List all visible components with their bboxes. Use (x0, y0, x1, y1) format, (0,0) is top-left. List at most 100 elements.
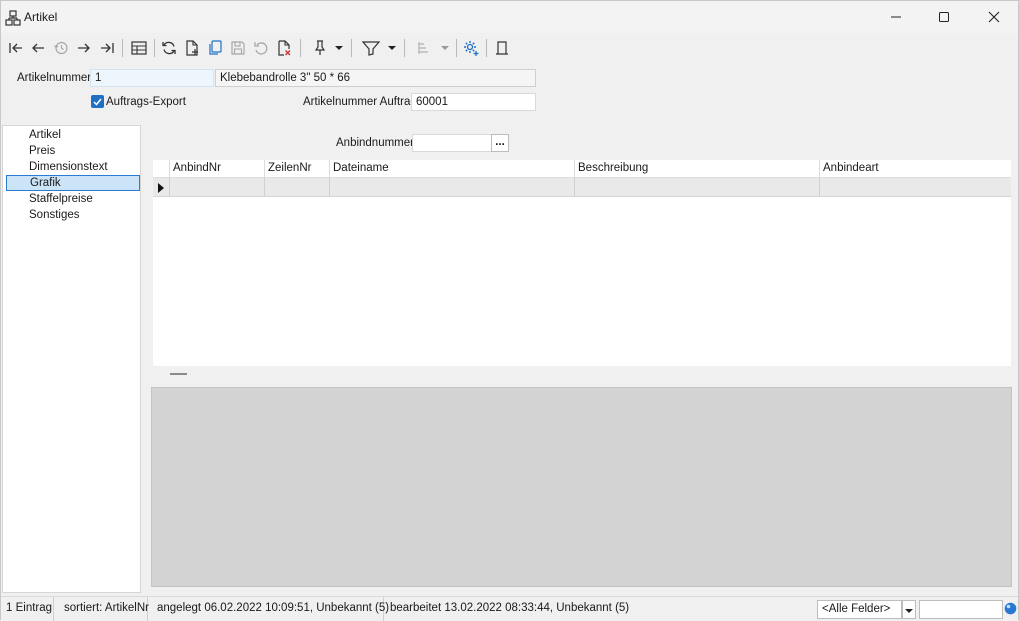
next-record-icon (76, 40, 92, 56)
undo-icon (253, 40, 269, 56)
chevron-down-icon (335, 45, 343, 51)
nav-item-sonstiges[interactable]: Sonstiges (3, 208, 139, 224)
refresh-icon (161, 40, 177, 56)
toolbar-separator (351, 39, 352, 57)
first-record-button[interactable] (5, 37, 27, 59)
anbindnummer-field[interactable] (412, 134, 492, 152)
sort-button[interactable] (413, 37, 435, 59)
artikel-window: Artikel Artikelnummer 1 Klebebandrolle 3… (0, 0, 1019, 621)
status-bar: 1 Eintrag sortiert: ArtikelNr angelegt 0… (1, 596, 1018, 621)
table-view-button[interactable] (128, 37, 150, 59)
close-icon (988, 11, 1000, 23)
current-row-arrow-icon (158, 182, 164, 196)
minimize-button[interactable] (873, 1, 919, 33)
chevron-down-icon (905, 603, 913, 617)
artikelnummer-auftrag-label: Artikelnummer Auftrag (303, 96, 417, 108)
field-filter-dropdown-button[interactable] (902, 600, 916, 619)
nav-item-staffelpreise[interactable]: Staffelpreise (3, 192, 139, 208)
nav-item-preis[interactable]: Preis (3, 144, 139, 160)
edited-status: bearbeitet 13.02.2022 08:33:44, Unbekann… (390, 602, 630, 614)
new-record-button[interactable] (181, 37, 203, 59)
filter-dropdown-button[interactable] (385, 37, 399, 59)
filter-icon (362, 40, 380, 56)
artikelnummer-auftrag-field[interactable]: 60001 (411, 93, 536, 111)
anbindnummer-browse-button[interactable]: ... (491, 134, 509, 152)
toolbar (1, 35, 1018, 61)
copy-record-button[interactable] (204, 37, 226, 59)
minimize-icon (890, 11, 902, 23)
delete-record-icon (276, 40, 292, 56)
sort-icon (416, 40, 432, 56)
column-header-dateiname[interactable]: Dateiname (329, 160, 575, 178)
field-filter-combo[interactable]: <Alle Felder> (817, 600, 902, 619)
filter-button[interactable] (360, 37, 382, 59)
section-nav: Artikel Preis Dimensionstext Grafik Staf… (2, 125, 141, 593)
pin-icon (312, 40, 328, 56)
first-record-icon (8, 40, 24, 56)
settings-button[interactable] (460, 37, 482, 59)
nav-item-grafik[interactable]: Grafik (6, 175, 140, 191)
table-cell[interactable] (264, 178, 330, 197)
table-view-icon (131, 40, 147, 56)
table-row[interactable] (153, 178, 1011, 197)
chevron-down-icon (388, 45, 396, 51)
window-structure-icon (5, 10, 21, 26)
checkmark-icon (93, 95, 102, 109)
anbindnummer-label: Anbindnummer (336, 137, 414, 149)
maximize-icon (938, 11, 950, 23)
maximize-button[interactable] (921, 1, 967, 33)
globe-icon (1004, 602, 1017, 618)
history-button[interactable] (50, 37, 72, 59)
copy-record-icon (207, 40, 223, 56)
settings-icon (462, 39, 480, 57)
undo-button[interactable] (250, 37, 272, 59)
previous-record-button[interactable] (27, 37, 49, 59)
created-status: angelegt 06.02.2022 10:09:51, Unbekannt … (152, 597, 389, 621)
last-record-button[interactable] (96, 37, 118, 59)
pin-dropdown-button[interactable] (332, 37, 346, 59)
nav-item-dimensionstext[interactable]: Dimensionstext (3, 160, 139, 176)
window-title: Artikel (24, 10, 58, 24)
column-header-anbindnr[interactable]: AnbindNr (169, 160, 265, 178)
next-record-button[interactable] (73, 37, 95, 59)
refresh-button[interactable] (158, 37, 180, 59)
previous-record-icon (30, 40, 46, 56)
grafik-table: AnbindNr ZeilenNr Dateiname Beschreibung… (153, 160, 1011, 366)
sort-status: sortiert: ArtikelNr (59, 597, 149, 621)
image-preview-panel (151, 387, 1012, 587)
artikelnummer-label: Artikelnummer (17, 72, 92, 84)
title-bar[interactable]: Artikel (1, 1, 1018, 33)
toolbar-separator (456, 39, 457, 57)
table-cell[interactable] (169, 178, 265, 197)
last-record-icon (99, 40, 115, 56)
table-header: AnbindNr ZeilenNr Dateiname Beschreibung… (153, 160, 1011, 178)
auftrags-export-checkbox[interactable] (91, 95, 104, 108)
exit-button[interactable] (491, 37, 513, 59)
sort-dropdown-button[interactable] (438, 37, 452, 59)
pin-button[interactable] (309, 37, 331, 59)
toolbar-separator (154, 39, 155, 57)
record-count: 1 Eintrag (1, 597, 54, 621)
table-cell[interactable] (819, 178, 1011, 197)
table-cell[interactable] (329, 178, 575, 197)
toolbar-separator (122, 39, 123, 57)
history-icon (53, 40, 69, 56)
delete-record-button[interactable] (273, 37, 295, 59)
toolbar-separator (486, 39, 487, 57)
nav-item-artikel[interactable]: Artikel (3, 128, 139, 144)
artikelnummer-field[interactable]: 1 (90, 69, 214, 87)
search-globe-button[interactable] (1004, 602, 1017, 615)
close-button[interactable] (971, 1, 1017, 33)
toolbar-separator (404, 39, 405, 57)
save-button[interactable] (227, 37, 249, 59)
quick-search-input[interactable] (919, 600, 1003, 619)
splitter-handle[interactable] (170, 373, 187, 375)
exit-door-icon (494, 40, 510, 56)
chevron-down-icon (441, 45, 449, 51)
column-header-zeilennr[interactable]: ZeilenNr (264, 160, 330, 178)
save-icon (230, 40, 246, 56)
table-cell[interactable] (574, 178, 820, 197)
column-header-anbindeart[interactable]: Anbindeart (819, 160, 1011, 178)
column-header-beschreibung[interactable]: Beschreibung (574, 160, 820, 178)
auftrags-export-label: Auftrags-Export (106, 96, 186, 108)
